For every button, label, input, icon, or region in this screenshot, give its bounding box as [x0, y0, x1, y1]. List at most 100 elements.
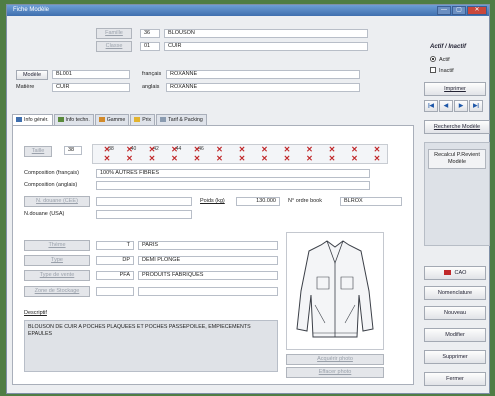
tab-prix[interactable]: Prix [130, 114, 156, 125]
composition-en-field[interactable] [96, 181, 370, 190]
size-cross-icon[interactable]: ✕ [142, 155, 162, 163]
recherche-modele-button[interactable]: Recherche Modèle [424, 120, 490, 134]
zone-stockage-button[interactable]: Zone de Stockage [24, 286, 90, 297]
francais-label: français [142, 71, 162, 77]
first-record-icon[interactable]: |◀ [424, 100, 438, 112]
size-cross-icon[interactable]: ✕ [322, 155, 342, 163]
descriptif-textarea[interactable]: BLOUSON DE CUIR A POCHES PLAQUEES ET POC… [24, 320, 278, 372]
size-grid: 38 ✕ ✕ 40 ✕ ✕ 42 ✕ ✕ 44 ✕ ✕ 46 ✕ ✕ ✕ ✕ ✕ ✕ ✕ ✕ ✕ ✕ ✕ ✕ ✕ ✕ ✕ ✕ ✕ ✕ [92, 144, 388, 164]
size-cross-icon[interactable]: ✕ [345, 155, 365, 163]
size-cross-icon[interactable]: ✕ [120, 146, 140, 154]
descriptif-label: Descriptif [24, 310, 47, 316]
ordre-book-field[interactable]: BLROX [340, 197, 402, 206]
modifier-button[interactable]: Modifier [424, 328, 486, 342]
previous-record-icon[interactable]: ◀ [439, 100, 453, 112]
taille-button[interactable]: Taille [24, 146, 52, 157]
fermer-button[interactable]: Fermer [424, 372, 486, 386]
size-cross-icon[interactable]: ✕ [300, 146, 320, 154]
size-cross-icon[interactable]: ✕ [142, 146, 162, 154]
jacket-image [296, 240, 374, 338]
size-cross-icon[interactable]: ✕ [232, 155, 252, 163]
record-navigator: |◀ ◀ ▶ ▶| [424, 100, 490, 112]
taille-field[interactable]: 38 [64, 146, 82, 155]
recalcul-panel: Recalcul P.Revient Modèle [424, 142, 490, 246]
acquerir-photo-button[interactable]: Acquérir photo [286, 354, 384, 365]
minimize-icon[interactable]: — [437, 6, 451, 15]
poids-label: Poids (kg) [200, 198, 225, 204]
type-vente-value-field: PRODUITS FABRIQUES [138, 271, 278, 280]
window-controls: — ▢ ✕ [437, 6, 487, 15]
douane-cee-button[interactable]: N. douane (CEE) [24, 196, 90, 207]
recalcul-button[interactable]: Recalcul P.Revient Modèle [428, 149, 486, 169]
ordre-book-label: N° ordre book [288, 198, 322, 204]
anglais-label: anglais [142, 84, 160, 90]
imprimer-button[interactable]: Imprimer [424, 82, 486, 96]
size-cross-icon[interactable]: ✕ [97, 146, 117, 154]
size-cross-icon[interactable]: ✕ [120, 155, 140, 163]
type-vente-button[interactable]: Type de vente [24, 270, 90, 281]
type-button[interactable]: Type [24, 255, 90, 266]
famille-code-field[interactable]: 36 [140, 29, 160, 38]
classe-code-field[interactable]: 01 [140, 42, 160, 51]
tab-gamme[interactable]: Gamme [94, 114, 130, 125]
anglais-field[interactable]: ROXANNE [166, 83, 360, 92]
theme-code-field[interactable]: T [96, 241, 134, 250]
douane-usa-label: N.douane (USA) [24, 211, 65, 217]
composition-en-label: Composition (anglais) [24, 182, 78, 188]
checkbox-icon [430, 67, 436, 73]
size-cross-icon[interactable]: ✕ [187, 146, 207, 154]
nouveau-button[interactable]: Nouveau [424, 306, 486, 320]
inactif-checkbox[interactable]: Inactif [430, 67, 454, 74]
size-cross-icon[interactable]: ✕ [277, 146, 297, 154]
maximize-icon[interactable]: ▢ [452, 6, 466, 15]
modele-button[interactable]: Modèle [16, 70, 48, 80]
size-cross-icon[interactable]: ✕ [165, 146, 185, 154]
matiere-field[interactable]: CUIR [52, 83, 130, 92]
composition-fr-field[interactable]: 100% AUTRES FIBRES [96, 169, 370, 178]
size-cross-icon[interactable]: ✕ [300, 155, 320, 163]
size-cross-icon[interactable]: ✕ [232, 146, 252, 154]
classe-button[interactable]: Classe [96, 41, 132, 52]
info-icon [16, 117, 22, 122]
status-title: Actif / Inactif [430, 44, 467, 50]
size-cross-icon[interactable]: ✕ [165, 155, 185, 163]
next-record-icon[interactable]: ▶ [454, 100, 468, 112]
poids-field[interactable]: 130.000 [236, 197, 280, 206]
francais-field[interactable]: ROXANNE [166, 70, 360, 79]
tab-info-technique[interactable]: Info techn. [53, 114, 94, 125]
douane-usa-field[interactable] [96, 210, 192, 219]
size-cross-icon[interactable]: ✕ [210, 146, 230, 154]
size-cross-icon[interactable]: ✕ [255, 146, 275, 154]
size-cross-icon[interactable]: ✕ [367, 155, 387, 163]
size-cross-icon[interactable]: ✕ [255, 155, 275, 163]
theme-button[interactable]: Thème [24, 240, 90, 251]
nomenclature-button[interactable]: Nomenclature [424, 286, 486, 300]
famille-value-field: BLOUSON [164, 29, 368, 38]
last-record-icon[interactable]: ▶| [469, 100, 483, 112]
douane-cee-field[interactable] [96, 197, 192, 206]
title-bar: Fiche Modèle [7, 5, 489, 16]
type-vente-code-field[interactable]: PFA [96, 271, 134, 280]
size-cross-icon[interactable]: ✕ [345, 146, 365, 154]
window-title: Fiche Modèle [13, 7, 50, 13]
zone-stockage-code-field[interactable] [96, 287, 134, 296]
tab-tarif-packing[interactable]: Tarif & Packing [156, 114, 207, 125]
close-icon[interactable]: ✕ [467, 6, 487, 15]
size-cross-icon[interactable]: ✕ [187, 155, 207, 163]
actif-radio[interactable]: Actif [430, 56, 450, 63]
effacer-photo-button[interactable]: Effacer photo [286, 367, 384, 378]
right-panel: Actif / Inactif Actif Inactif Imprimer |… [424, 44, 490, 390]
size-cross-icon[interactable]: ✕ [322, 146, 342, 154]
size-cross-icon[interactable]: ✕ [277, 155, 297, 163]
modele-field[interactable]: BL001 [52, 70, 130, 79]
supprimer-button[interactable]: Supprimer [424, 350, 486, 364]
size-cross-icon[interactable]: ✕ [97, 155, 117, 163]
gamme-icon [98, 117, 105, 122]
size-cross-icon[interactable]: ✕ [367, 146, 387, 154]
famille-button[interactable]: Famille [96, 28, 132, 39]
composition-fr-label: Composition (français) [24, 170, 80, 176]
size-cross-icon[interactable]: ✕ [210, 155, 230, 163]
type-code-field[interactable]: DP [96, 256, 134, 265]
matiere-label: Matière [16, 84, 35, 90]
cao-button[interactable]: CAO [424, 266, 486, 280]
